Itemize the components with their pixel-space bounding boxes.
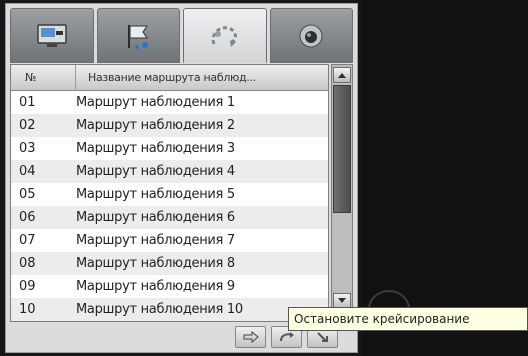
list-item[interactable]: 08 Маршрут наблюдения 8 bbox=[11, 252, 328, 275]
route-number: 09 bbox=[19, 279, 36, 294]
flag-icon bbox=[128, 24, 149, 49]
dome-camera-icon bbox=[299, 24, 323, 47]
route-list: № Название маршрута наблюд... 01 Маршрут … bbox=[10, 64, 329, 322]
start-cruise-button[interactable] bbox=[235, 326, 266, 348]
video-view[interactable] bbox=[362, 0, 528, 356]
route-name: Маршрут наблюдения 9 bbox=[76, 279, 235, 294]
route-name: Маршрут наблюдения 7 bbox=[76, 233, 235, 248]
list-item[interactable]: 02 Маршрут наблюдения 2 bbox=[11, 114, 328, 137]
route-number: 05 bbox=[19, 187, 36, 202]
next-route-icon bbox=[316, 332, 328, 342]
list-item[interactable]: 09 Маршрут наблюдения 9 bbox=[11, 275, 328, 298]
app-window: № Название маршрута наблюд... 01 Маршрут … bbox=[0, 0, 528, 356]
route-panel: № Название маршрута наблюд... 01 Маршрут … bbox=[5, 3, 358, 353]
monitor-icon bbox=[37, 23, 67, 47]
tab-monitor[interactable] bbox=[10, 8, 94, 63]
route-icon bbox=[211, 25, 237, 47]
route-number: 10 bbox=[19, 302, 36, 317]
stop-cruise-icon bbox=[279, 332, 294, 342]
scroll-down-icon bbox=[338, 298, 346, 303]
list-item[interactable]: 01 Маршрут наблюдения 1 bbox=[11, 91, 328, 114]
list-item[interactable]: 05 Маршрут наблюдения 5 bbox=[11, 183, 328, 206]
route-name: Маршрут наблюдения 5 bbox=[76, 187, 235, 202]
tab-camera[interactable] bbox=[269, 8, 353, 63]
tab-routes[interactable] bbox=[183, 8, 267, 63]
list-item[interactable]: 03 Маршрут наблюдения 3 bbox=[11, 137, 328, 160]
route-name: Маршрут наблюдения 2 bbox=[76, 118, 235, 133]
column-header-name[interactable]: Название маршрута наблюд... bbox=[76, 71, 256, 84]
scroll-up-icon bbox=[338, 73, 346, 78]
route-name: Маршрут наблюдения 6 bbox=[76, 210, 235, 225]
list-item[interactable]: 04 Маршрут наблюдения 4 bbox=[11, 160, 328, 183]
route-number: 03 bbox=[19, 141, 36, 156]
route-number: 01 bbox=[19, 95, 36, 110]
route-number: 04 bbox=[19, 164, 36, 179]
route-name: Маршрут наблюдения 3 bbox=[76, 141, 235, 156]
list-item[interactable]: 07 Маршрут наблюдения 7 bbox=[11, 229, 328, 252]
route-number: 02 bbox=[19, 118, 36, 133]
route-name: Маршрут наблюдения 8 bbox=[76, 256, 235, 271]
route-name: Маршрут наблюдения 10 bbox=[76, 302, 243, 317]
tab-presets[interactable] bbox=[96, 8, 180, 63]
list-scrollbar[interactable] bbox=[331, 64, 353, 312]
route-number: 08 bbox=[19, 256, 36, 271]
route-number: 06 bbox=[19, 210, 36, 225]
column-header-number[interactable]: № bbox=[11, 65, 76, 90]
scrollbar-thumb[interactable] bbox=[333, 85, 351, 213]
list-header: № Название маршрута наблюд... bbox=[11, 65, 328, 91]
list-item[interactable]: 10 Маршрут наблюдения 10 bbox=[11, 298, 328, 321]
route-number: 07 bbox=[19, 233, 36, 248]
route-name: Маршрут наблюдения 4 bbox=[76, 164, 235, 179]
list-item[interactable]: 06 Маршрут наблюдения 6 bbox=[11, 206, 328, 229]
scroll-up-button[interactable] bbox=[333, 67, 351, 83]
route-name: Маршрут наблюдения 1 bbox=[76, 95, 235, 110]
tooltip: Остановите крейсирование bbox=[288, 307, 528, 331]
tab-bar bbox=[10, 8, 353, 63]
arrow-right-icon bbox=[243, 330, 259, 344]
